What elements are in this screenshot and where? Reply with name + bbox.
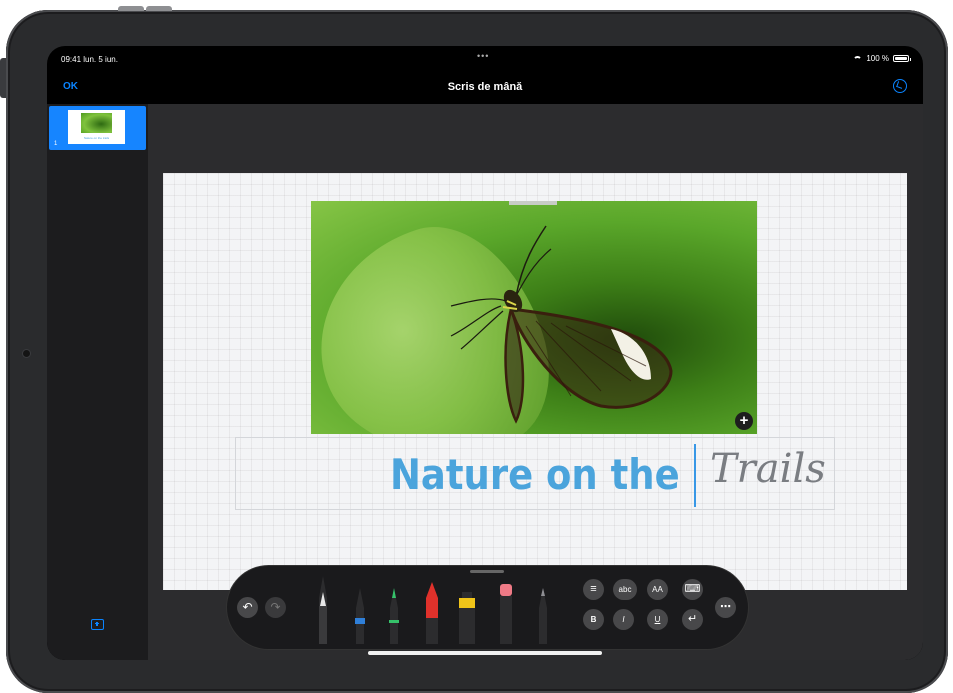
bold-button[interactable]: B [583, 609, 604, 630]
battery-percent: 100 % [866, 54, 889, 63]
pencil-tool-icon[interactable] [536, 588, 550, 644]
spellcheck-button[interactable]: abc [613, 579, 637, 600]
pen-tool-icon[interactable] [353, 588, 367, 644]
pencil-toolbar: ↶ ↷ ≡ abc AA ⌨ ⋯ B I U ↵ [227, 566, 748, 649]
navigation-bar: OK Scris de mână [47, 68, 923, 104]
crayon-tool-icon[interactable] [424, 582, 440, 644]
marker-tip [392, 588, 396, 598]
slide-number: 1 [54, 141, 58, 147]
add-slide-icon[interactable] [91, 619, 104, 630]
keyboard-button[interactable]: ⌨ [682, 579, 703, 600]
add-media-icon[interactable]: + [735, 412, 753, 430]
screen: 09:41 lun. 5 iun. ••• 100 % OK Scris de … [47, 46, 923, 660]
eraser-tip [500, 584, 512, 596]
thumbnail-image [81, 113, 112, 133]
butterfly-photo[interactable]: + [311, 201, 757, 434]
monoline-pen-icon[interactable] [316, 576, 330, 644]
volume-button [0, 58, 6, 98]
underline-button[interactable]: U [647, 609, 668, 630]
status-right: 100 % [853, 54, 911, 63]
undo-icon[interactable]: ↶ [237, 597, 258, 618]
done-button[interactable]: OK [63, 81, 78, 92]
multitasking-dots[interactable]: ••• [477, 51, 489, 61]
redo-icon[interactable]: ↷ [265, 597, 286, 618]
handwritten-text: Trails [710, 446, 826, 492]
status-bar: 09:41 lun. 5 iun. ••• 100 % [47, 46, 923, 68]
battery-icon [893, 55, 911, 62]
highlighter-color [459, 598, 475, 608]
pen-color-band [355, 618, 365, 624]
italic-button[interactable]: I [613, 609, 634, 630]
marker-tool-icon[interactable] [387, 588, 401, 644]
highlighter-tool-icon[interactable] [458, 592, 476, 644]
typed-title-text: Nature on the [390, 450, 680, 499]
slide-canvas[interactable]: + Nature on the Trails [163, 173, 907, 590]
top-button [118, 6, 144, 11]
eraser-tool-icon[interactable] [498, 584, 514, 644]
front-camera [23, 350, 30, 357]
image-resize-handle[interactable] [509, 201, 557, 205]
more-button[interactable]: ⋯ [715, 597, 736, 618]
text-cursor [694, 444, 696, 507]
text-size-button[interactable]: AA [647, 579, 668, 600]
home-indicator[interactable] [368, 651, 602, 655]
top-button [146, 6, 172, 11]
marker-color-band [389, 620, 399, 623]
slide-preview: Nature on the trails [68, 110, 125, 144]
page-title: Scris de mână [447, 81, 523, 93]
text-box[interactable]: Nature on the Trails [235, 437, 835, 510]
slide-thumbnail-selected[interactable]: 1 Nature on the trails [49, 106, 146, 150]
thumbnail-text: Nature on the trails [83, 136, 110, 140]
toolbar-grabber[interactable] [470, 570, 504, 573]
status-time: 09:41 lun. 5 iun. [61, 55, 118, 64]
wifi-icon [853, 55, 863, 62]
return-button[interactable]: ↵ [682, 609, 703, 630]
align-button[interactable]: ≡ [583, 579, 604, 600]
butterfly-icon [450, 225, 673, 424]
slide-navigator: 1 Nature on the trails [47, 104, 149, 660]
undo-history-icon[interactable] [893, 79, 907, 93]
